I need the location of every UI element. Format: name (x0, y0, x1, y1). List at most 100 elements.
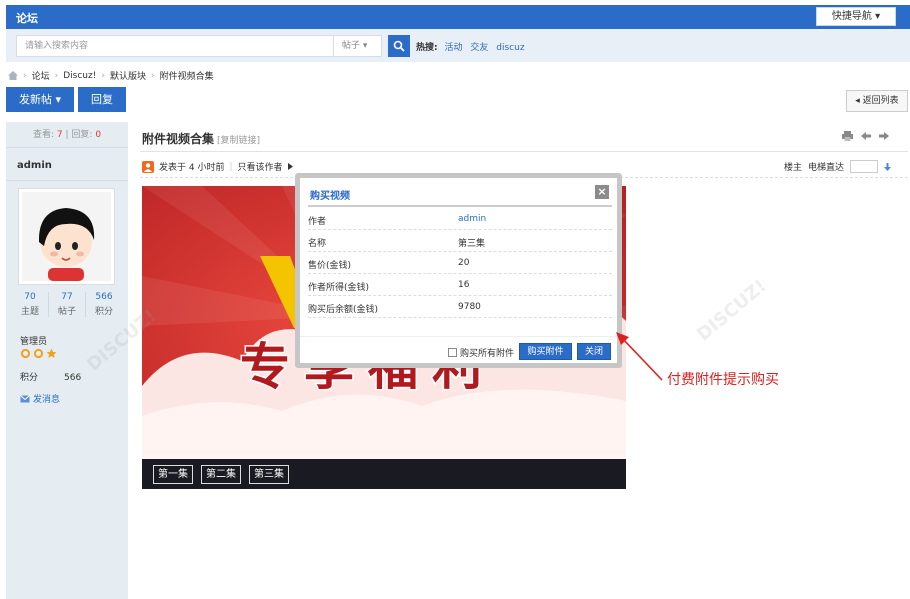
avatar[interactable] (18, 188, 115, 285)
count-number: 566 (95, 292, 113, 302)
row-key: 作者 (308, 217, 327, 227)
checkbox-box[interactable] (448, 348, 457, 357)
arrow-down-icon[interactable] (884, 162, 892, 171)
thread-title-text: 附件视频合集 (142, 132, 215, 146)
count-credits[interactable]: 566 积分 (85, 292, 122, 317)
replies-count: 0 (95, 130, 102, 140)
hot-term[interactable]: discuz (496, 43, 524, 53)
floor-label: 楼主 (784, 163, 803, 173)
dialog-footer: 购买所有附件 购买附件 关闭 (300, 336, 617, 363)
search-type-select[interactable]: 帖子 ▾ (334, 35, 382, 57)
floor-nav: 楼主 电梯直达 (784, 160, 892, 173)
next-thread-icon[interactable] (879, 131, 889, 141)
info-row: 作者所得(金钱) 16 (308, 274, 612, 296)
info-row: 售价(金钱) 20 (308, 252, 612, 274)
row-key: 购买后余额(金钱) (308, 305, 379, 315)
breadcrumb: › 论坛 › Discuz! › 默认版块 › 附件视频合集 (8, 69, 214, 82)
breadcrumb-item[interactable]: 论坛 (32, 69, 50, 82)
annotation-arrow (616, 332, 663, 381)
row-key: 名称 (308, 239, 327, 249)
search-button[interactable] (388, 35, 410, 57)
search-icon (393, 40, 405, 52)
breadcrumb-item[interactable]: Discuz! (63, 71, 96, 81)
author-name[interactable]: admin (17, 160, 52, 171)
row-key: 售价(金钱) (308, 261, 352, 271)
episode-bar: 第一集 第二集 第三集 (142, 459, 626, 489)
star-rank-icon (46, 348, 57, 358)
episode-button[interactable]: 第一集 (153, 465, 193, 484)
row-value: 第三集 (458, 239, 486, 249)
avatar-image (22, 192, 111, 281)
post-time: 发表于 4 小时前 (159, 163, 225, 173)
hot-term[interactable]: 交友 (470, 43, 488, 53)
buy-attachment-button[interactable]: 购买附件 (519, 343, 572, 360)
mail-icon (20, 394, 30, 402)
search-bar: 请输入搜索内容 帖子 ▾ 热搜: 活动 交友 discuz (6, 29, 910, 62)
sun-rank-icon (33, 348, 44, 359)
annotation-text: 付费附件提示购买 (667, 372, 779, 388)
send-message-label: 发消息 (33, 395, 61, 405)
row-key: 作者所得(金钱) (308, 283, 370, 293)
title-tools (842, 131, 889, 141)
hot-term[interactable]: 活动 (444, 43, 462, 53)
breadcrumb-item[interactable]: 默认版块 (110, 69, 146, 82)
breadcrumb-separator: › (150, 70, 155, 81)
author-counts: 70 主题 77 帖子 566 积分 (12, 292, 122, 317)
copy-link[interactable]: [复制链接] (217, 136, 260, 146)
breadcrumb-separator: › (54, 70, 59, 81)
divider (140, 151, 908, 152)
close-button[interactable]: 关闭 (577, 343, 611, 360)
author-sidebar: 查看: 7 | 回复: 0 admin 70 主题 77 帖子 566 积分 管… (6, 122, 128, 599)
search-input[interactable]: 请输入搜索内容 (16, 35, 334, 57)
user-badge-icon (142, 160, 154, 173)
quick-nav-button[interactable]: 快捷导航 ▾ (816, 7, 896, 26)
buy-all-checkbox[interactable]: 购买所有附件 (448, 346, 514, 359)
top-nav-bar: 论坛 快捷导航 ▾ (6, 5, 910, 29)
thread-title: 附件视频合集 [复制链接] (142, 130, 260, 147)
floor-jump-input[interactable] (850, 160, 879, 173)
count-label: 积分 (94, 307, 113, 317)
count-number: 77 (61, 292, 73, 302)
thread-stats: 查看: 7 | 回复: 0 (6, 122, 128, 148)
new-post-button[interactable]: 发新帖 ▾ (6, 87, 74, 112)
author-role: 管理员 (20, 337, 48, 347)
score-label: 积分 (20, 373, 39, 383)
reply-button[interactable]: 回复 (78, 87, 126, 112)
site-logo[interactable]: 论坛 (16, 10, 38, 26)
views-count: 7 (56, 130, 63, 140)
count-posts[interactable]: 77 帖子 (48, 292, 85, 317)
elevator-label: 电梯直达 (808, 163, 845, 173)
divider (6, 180, 128, 181)
only-author-link[interactable]: 只看该作者 (238, 160, 283, 173)
count-label: 帖子 (57, 307, 76, 317)
count-topics[interactable]: 70 主题 (12, 292, 48, 317)
row-value: 16 (458, 280, 470, 290)
row-value-author[interactable]: admin (458, 214, 486, 224)
print-icon[interactable] (842, 131, 853, 141)
episode-button[interactable]: 第二集 (201, 465, 241, 484)
score-value: 566 (64, 373, 82, 383)
count-number: 70 (24, 292, 36, 302)
views-label: 查看: (32, 130, 54, 140)
prev-thread-icon[interactable] (861, 131, 871, 141)
caret-right-icon (287, 163, 293, 170)
count-label: 主题 (20, 307, 39, 317)
episode-button[interactable]: 第三集 (249, 465, 289, 484)
home-icon[interactable] (8, 71, 18, 80)
rank-stars (20, 348, 57, 359)
sun-rank-icon (20, 348, 31, 359)
post-meta: 发表于 4 小时前 | 只看该作者 (142, 160, 293, 173)
info-row: 购买后余额(金钱) 9780 (308, 296, 612, 318)
author-score: 积分 566 (20, 370, 81, 383)
dialog-title: 购买视频 (310, 191, 350, 202)
meta-divider: | (229, 161, 233, 172)
info-row: 名称 第三集 (308, 230, 612, 252)
send-message-link[interactable]: 发消息 (20, 392, 60, 405)
back-to-list-button[interactable]: ◂ 返回列表 (846, 90, 908, 112)
breadcrumb-item[interactable]: 附件视频合集 (160, 69, 214, 82)
close-icon[interactable]: × (595, 185, 609, 199)
breadcrumb-separator: › (101, 70, 105, 81)
hot-search: 热搜: 活动 交友 discuz (416, 40, 530, 53)
purchase-dialog: 购买视频 × 作者 admin 名称 第三集 售价(金钱) 20 作者所得(金钱… (295, 173, 622, 368)
hot-search-label: 热搜: (416, 43, 438, 53)
